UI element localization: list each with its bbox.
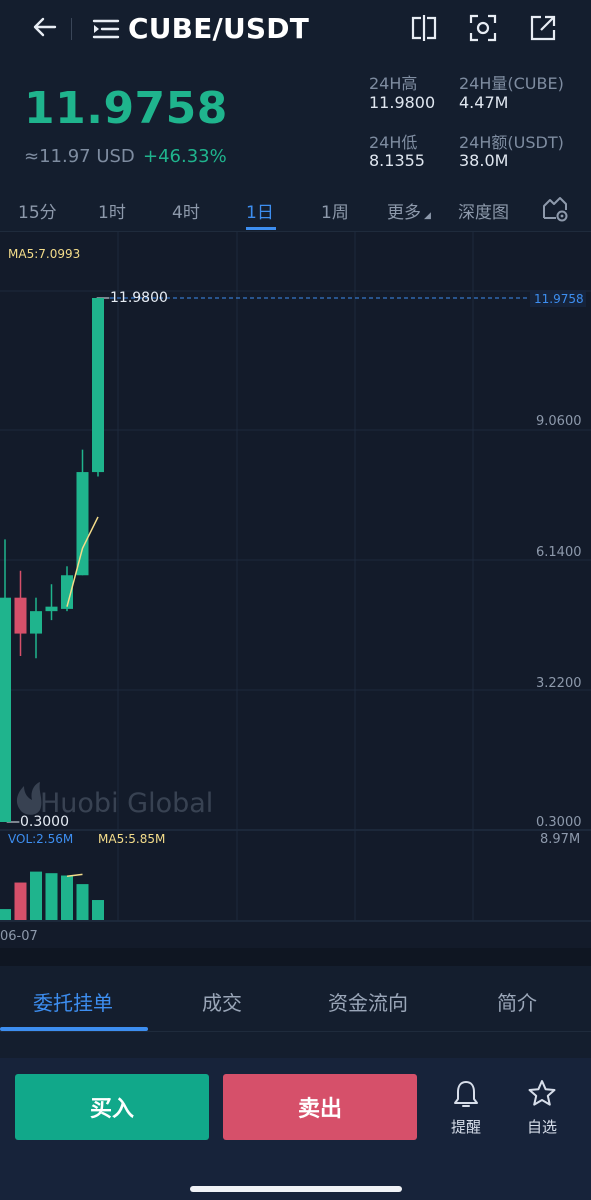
turnover-value: 38.0M bbox=[459, 151, 509, 170]
tab-capital-flow[interactable]: 资金流向 bbox=[328, 987, 408, 1016]
info-tabs: 委托挂单 成交 资金流向 简介 bbox=[0, 966, 591, 1032]
ma5-label: MA5:7.0993 bbox=[8, 247, 80, 261]
tab-more-label: 更多 bbox=[387, 203, 421, 223]
candle-body bbox=[76, 472, 89, 576]
chart-settings-icon[interactable] bbox=[540, 194, 570, 224]
y-tick-label: 3.2200 bbox=[536, 676, 582, 691]
tab-depth[interactable]: 深度图 bbox=[458, 198, 509, 223]
action-bar: 买入 卖出 提醒 自选 bbox=[0, 1058, 591, 1200]
volume-ma5-line bbox=[66, 873, 83, 878]
star-icon bbox=[528, 1080, 556, 1106]
tab-1d[interactable]: 1日 bbox=[246, 198, 274, 223]
x-axis-label: 06-07 bbox=[0, 929, 38, 944]
favorite-label: 自选 bbox=[526, 1118, 557, 1136]
tab-4h[interactable]: 4时 bbox=[172, 198, 200, 223]
split-screen-icon[interactable] bbox=[408, 12, 440, 44]
candle-body bbox=[14, 597, 27, 634]
candle-body bbox=[0, 597, 11, 822]
high-value: 11.9800 bbox=[369, 93, 436, 112]
header-divider bbox=[71, 18, 72, 40]
low-value: 8.1355 bbox=[369, 151, 425, 170]
low-marker: —0.3000 bbox=[6, 814, 69, 830]
kline-svg: 11.9758 MA5:7.0993 Huobi Global 9.0600 6… bbox=[0, 232, 591, 944]
back-arrow-icon[interactable] bbox=[28, 10, 62, 44]
tab-15m[interactable]: 15分 bbox=[18, 198, 57, 223]
tab-more[interactable]: 更多 ◢ bbox=[387, 198, 431, 223]
current-price-tag: 11.9758 bbox=[534, 292, 584, 306]
bell-icon bbox=[454, 1081, 478, 1107]
candle-body bbox=[92, 298, 104, 473]
volume-bar bbox=[76, 884, 89, 920]
header: CUBE/USDT bbox=[0, 0, 591, 60]
volume-value: 4.47M bbox=[459, 93, 509, 112]
tab-1w[interactable]: 1周 bbox=[321, 198, 349, 223]
active-info-tab-underline bbox=[0, 1027, 148, 1031]
volume-bar bbox=[14, 882, 27, 920]
huobi-logo-icon bbox=[16, 782, 42, 815]
switch-list-icon[interactable] bbox=[90, 14, 122, 44]
candle-body bbox=[45, 606, 58, 612]
high-label: 24H高 bbox=[369, 74, 418, 93]
alert-label: 提醒 bbox=[450, 1118, 481, 1136]
volume-label: 24H量(CUBE) bbox=[459, 74, 564, 93]
alert-button[interactable]: 提醒 bbox=[436, 1078, 496, 1144]
volume-bar bbox=[92, 900, 104, 920]
price-change: +46.33% bbox=[143, 146, 227, 167]
volume-bar bbox=[0, 909, 11, 920]
volume-bar bbox=[61, 875, 73, 920]
section-gap bbox=[0, 948, 591, 966]
tab-open-orders[interactable]: 委托挂单 bbox=[33, 987, 113, 1016]
caret-down-icon: ◢ bbox=[424, 211, 431, 221]
pair-title[interactable]: CUBE/USDT bbox=[128, 12, 309, 45]
vol-max-label: 8.97M bbox=[540, 832, 580, 847]
tab-trades[interactable]: 成交 bbox=[202, 987, 242, 1016]
usd-price: ≈11.97 USD bbox=[24, 146, 135, 167]
y-tick-label: 6.1400 bbox=[536, 545, 582, 560]
high-marker: —11.9800 bbox=[96, 290, 168, 306]
volume-bar bbox=[30, 871, 42, 920]
candle-body bbox=[30, 611, 42, 634]
home-indicator bbox=[190, 1186, 402, 1192]
buy-button[interactable]: 买入 bbox=[15, 1074, 209, 1140]
timeframe-bar: 15分 1时 4时 1日 1周 更多 ◢ 深度图 bbox=[0, 186, 591, 232]
sell-button[interactable]: 卖出 bbox=[223, 1074, 417, 1140]
turnover-label: 24H额(USDT) bbox=[459, 133, 564, 152]
scan-icon[interactable] bbox=[467, 12, 499, 44]
volume-bar bbox=[45, 873, 58, 920]
volume-bars bbox=[0, 871, 104, 920]
y-tick-label: 0.3000 bbox=[536, 815, 582, 830]
active-tab-underline bbox=[246, 227, 276, 230]
kline-chart[interactable]: 11.9758 MA5:7.0993 Huobi Global 9.0600 6… bbox=[0, 232, 591, 948]
vol-ma5-label: MA5:5.85M bbox=[98, 832, 165, 846]
y-tick-label: 9.0600 bbox=[536, 414, 582, 429]
share-icon[interactable] bbox=[527, 12, 559, 44]
tab-intro[interactable]: 简介 bbox=[497, 987, 537, 1016]
vol-label: VOL:2.56M bbox=[8, 832, 73, 846]
tab-1h[interactable]: 1时 bbox=[98, 198, 126, 223]
low-label: 24H低 bbox=[369, 133, 418, 152]
last-price: 11.9758 bbox=[24, 83, 228, 134]
favorite-button[interactable]: 自选 bbox=[512, 1078, 572, 1144]
